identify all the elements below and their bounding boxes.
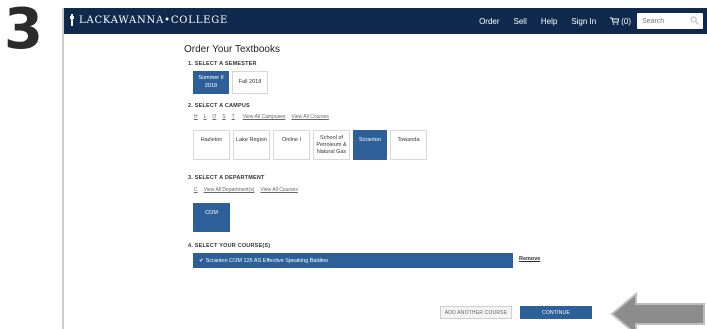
courses-heading: 4. SELECT YOUR COURSE(S) xyxy=(188,243,271,249)
top-navigation-bar: LACKAWANNA•COLLEGE Order Sell Help Sign … xyxy=(64,8,707,34)
campus-filter-letter-l[interactable]: L xyxy=(204,114,207,120)
campus-option-lake-region[interactable]: Lake Region xyxy=(233,130,270,160)
college-logo[interactable]: LACKAWANNA•COLLEGE xyxy=(70,14,228,26)
step-number: 3 xyxy=(4,0,43,62)
nav-sell[interactable]: Sell xyxy=(514,17,527,26)
shopping-cart-icon xyxy=(610,17,620,25)
cart-count: (0) xyxy=(621,16,631,26)
view-all-departments-link[interactable]: View All Department(s) xyxy=(204,187,255,193)
add-another-course-button[interactable]: ADD ANOTHER COURSE xyxy=(440,306,512,319)
logo-torch-icon xyxy=(70,14,74,26)
search-input[interactable] xyxy=(642,17,690,25)
nav-order[interactable]: Order xyxy=(479,17,499,26)
campus-option-towanda[interactable]: Towanda xyxy=(390,130,427,160)
semester-option-summer-ii-2018[interactable]: Summer II 2018 xyxy=(193,71,229,94)
logo-text: LACKAWANNA•COLLEGE xyxy=(79,14,229,26)
campus-filter-letter-t[interactable]: T xyxy=(232,114,235,120)
campus-filter-letter-o[interactable]: O xyxy=(212,114,216,120)
checkmark-icon: ✔ xyxy=(199,257,204,264)
campus-filter-letter-s[interactable]: S xyxy=(222,114,225,120)
search-box xyxy=(637,13,703,29)
cart-button[interactable]: (0) xyxy=(610,17,631,26)
campus-option-online-i[interactable]: Online I xyxy=(273,130,310,160)
selected-course-row[interactable]: ✔ Scranton COM 125 AS Effective Speaking… xyxy=(193,253,513,268)
semester-option-fall-2018[interactable]: Fall 2018 xyxy=(232,71,268,94)
main-content: Order Your Textbooks 1. SELECT A SEMESTE… xyxy=(64,34,707,329)
view-all-courses-link[interactable]: View All Courses xyxy=(291,114,328,120)
campus-filter-row: H L O S T View All Campuses View All Cou… xyxy=(194,114,335,120)
view-all-campuses-link[interactable]: View All Campuses xyxy=(243,114,286,120)
left-pointing-arrow-icon xyxy=(610,292,705,329)
campus-heading: 2. SELECT A CAMPUS xyxy=(188,103,250,109)
nav-help[interactable]: Help xyxy=(541,17,557,26)
department-filter-letter-c[interactable]: C xyxy=(194,187,198,193)
view-all-courses-link-2[interactable]: View All Courses xyxy=(260,187,297,193)
continue-button[interactable]: CONTINUE xyxy=(520,306,592,319)
campus-option-scranton[interactable]: Scranton xyxy=(353,130,387,160)
department-option-com[interactable]: COM xyxy=(193,203,230,232)
campus-filter-letter-h[interactable]: H xyxy=(194,114,198,120)
campus-option-hazleton[interactable]: Hazleton xyxy=(193,130,230,160)
remove-course-link[interactable]: Remove xyxy=(519,256,540,262)
main-nav: Order Sell Help Sign In (0) xyxy=(465,8,631,34)
department-heading: 3. SELECT A DEPARTMENT xyxy=(188,175,265,181)
search-icon[interactable] xyxy=(690,16,699,25)
department-filter-row: C View All Department(s) View All Course… xyxy=(194,187,304,193)
semester-heading: 1. SELECT A SEMESTER xyxy=(188,61,257,67)
nav-sign-in[interactable]: Sign In xyxy=(571,17,596,26)
page-title: Order Your Textbooks xyxy=(184,44,280,55)
browser-frame: LACKAWANNA•COLLEGE Order Sell Help Sign … xyxy=(62,8,707,329)
campus-option-school-of-petroleum[interactable]: School of Petroleum & Natural Gas xyxy=(313,130,350,160)
selected-course-label: Scranton COM 125 AS Effective Speaking B… xyxy=(205,257,329,264)
